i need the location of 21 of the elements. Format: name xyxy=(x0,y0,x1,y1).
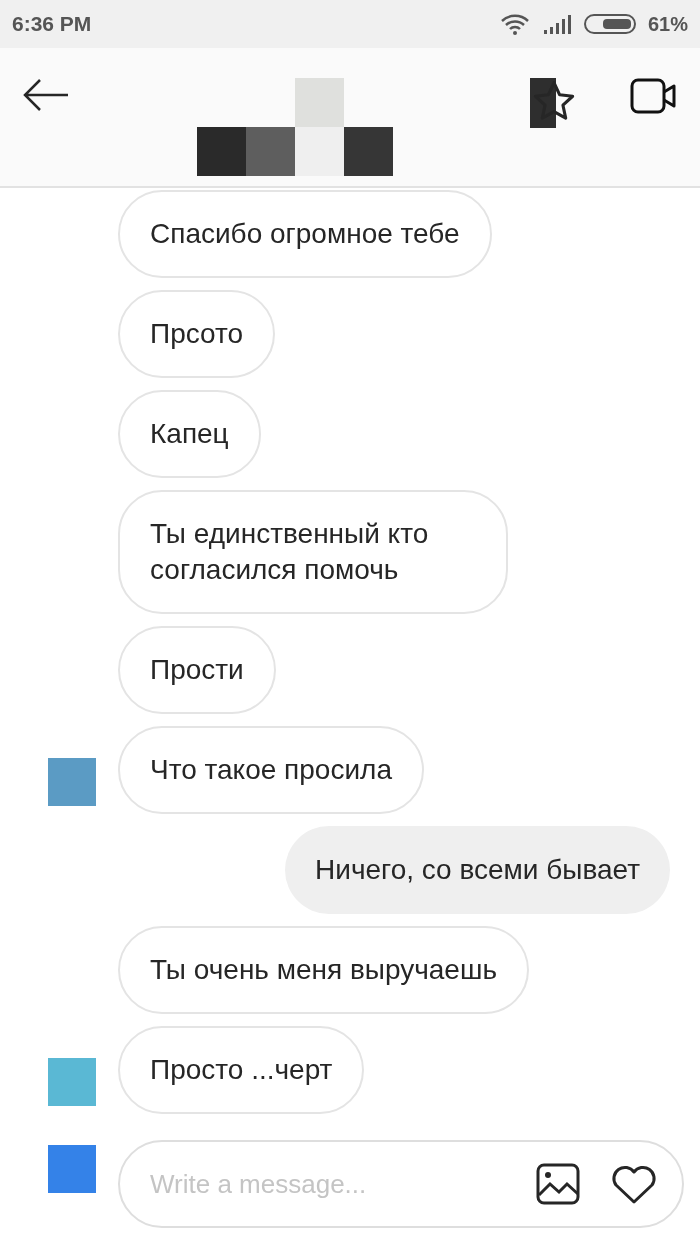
message-bubble: Ты очень меня выручаешь xyxy=(118,926,529,1014)
message-bubble: Капец xyxy=(118,390,261,478)
message-bubble: Прости xyxy=(118,626,276,714)
message-bubble: Ты единственный кто согласился помочь xyxy=(118,490,508,614)
message-input[interactable]: Write a message... xyxy=(150,1164,506,1204)
signal-icon xyxy=(541,13,572,35)
video-camera-icon[interactable] xyxy=(630,78,678,114)
message-bubble: Что такое просила xyxy=(118,726,424,814)
back-arrow-icon[interactable] xyxy=(22,78,70,112)
heart-icon[interactable] xyxy=(610,1163,658,1205)
clock: 6:36 PM xyxy=(12,11,92,38)
message-bubble: Спасибо огромное тебе xyxy=(118,190,492,278)
battery-percentage: 61% xyxy=(647,12,688,37)
star-icon[interactable] xyxy=(532,80,576,122)
message-bubble: Прсото xyxy=(118,290,276,378)
battery-icon xyxy=(583,13,636,35)
message-field[interactable]: Write a message... xyxy=(118,1140,684,1228)
message-bubble: Просто ...черт xyxy=(118,1026,365,1114)
wifi-icon xyxy=(499,13,530,35)
message-bubble: Ничего, со всеми бывает xyxy=(285,826,670,914)
image-icon[interactable] xyxy=(536,1163,580,1205)
